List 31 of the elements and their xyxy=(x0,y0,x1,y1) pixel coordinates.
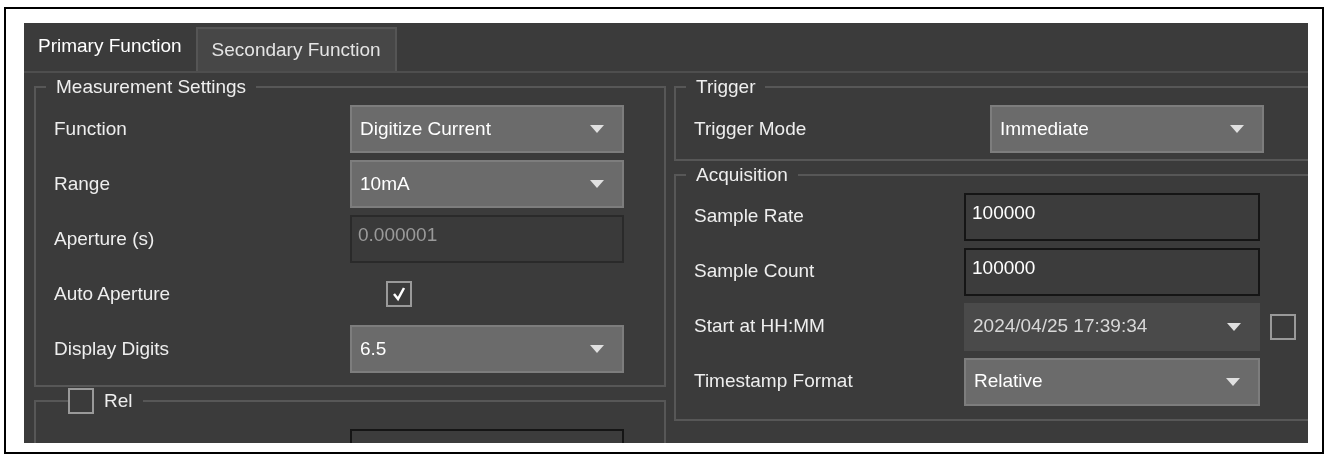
group-title: Acquisition xyxy=(696,163,788,185)
checkbox[interactable] xyxy=(386,281,412,307)
dropdown[interactable]: 6.5 xyxy=(350,325,624,373)
caret-icon xyxy=(590,125,604,133)
field-label: Sample Rate xyxy=(694,204,805,229)
caret-icon xyxy=(590,345,604,353)
dropdown[interactable]: Immediate xyxy=(990,105,1264,153)
dropdown[interactable]: Relative xyxy=(964,357,1260,406)
checkbox[interactable] xyxy=(68,387,94,414)
input-field[interactable]: 100000 xyxy=(964,247,1260,296)
caret-icon xyxy=(1230,125,1244,133)
field-label: Display Digits xyxy=(54,336,171,361)
field-label: Function xyxy=(54,116,128,141)
tab[interactable]: Secondary Function xyxy=(195,27,397,71)
group-title: Trigger xyxy=(696,76,756,97)
caret-icon xyxy=(1227,322,1241,331)
group-title: Measurement Settings xyxy=(56,76,247,97)
checkbox-label: Rel xyxy=(104,388,133,413)
field-label: Start at HH:MM xyxy=(694,314,826,339)
field-label: Sample Count xyxy=(694,259,816,284)
dropdown[interactable]: 10mA xyxy=(350,160,624,208)
caret-icon xyxy=(590,180,604,188)
field-label: Aperture (s) xyxy=(54,226,156,251)
field-label: Auto Aperture xyxy=(54,281,172,306)
field-label: Trigger Mode xyxy=(694,116,808,141)
checkmark-icon xyxy=(391,286,407,302)
dropdown[interactable]: Digitize Current xyxy=(350,105,624,153)
caret-icon xyxy=(1226,377,1240,386)
field-label: Range xyxy=(54,171,111,196)
input-field[interactable]: 100000 xyxy=(964,192,1260,241)
field-label: Timestamp Format xyxy=(694,369,854,394)
